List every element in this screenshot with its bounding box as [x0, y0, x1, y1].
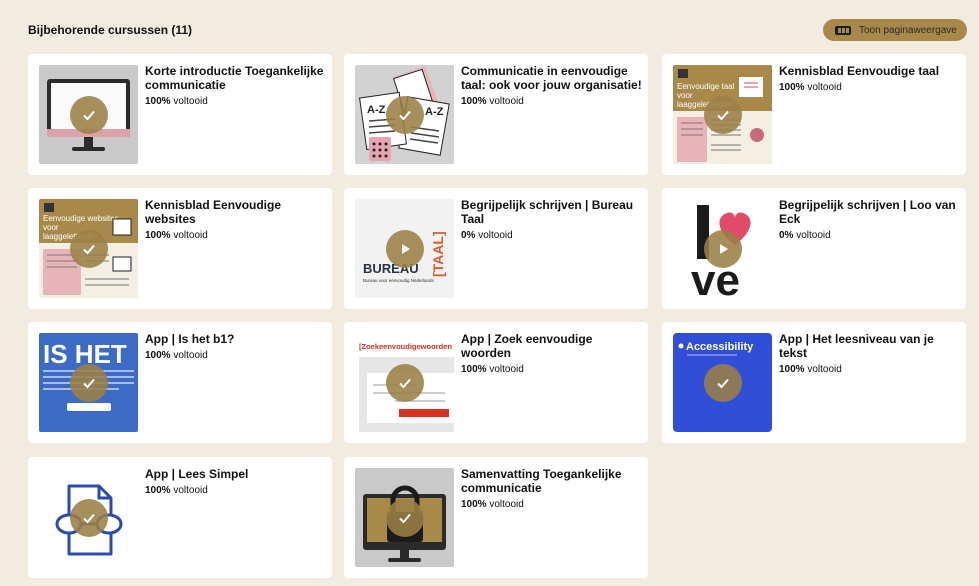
course-title[interactable]: Begrijpelijk schrijven | Bureau Taal 0% … — [461, 198, 643, 243]
completed-check-icon — [386, 364, 424, 402]
course-card[interactable]: A-Z A-Z Communicatie in eenvoudige taal:… — [344, 54, 648, 175]
course-thumbnail-kennisblad-taal: Eenvoudige taal voor laaggeletterden — [673, 65, 772, 164]
svg-text:A-Z: A-Z — [425, 106, 444, 118]
section-title: Bijbehorende cursussen (11) — [28, 23, 193, 37]
course-title[interactable]: Samenvatting Toegankelijke communicatie … — [461, 467, 643, 512]
course-title[interactable]: Communicatie in eenvoudige taal: ook voo… — [461, 64, 643, 109]
course-title[interactable]: App | Is het b1? 100% voltooid — [145, 332, 327, 363]
completed-check-icon — [70, 499, 108, 537]
page-view-toggle-button[interactable]: Toon paginaweergave — [823, 19, 967, 41]
course-card[interactable]: App | Lees Simpel 100% voltooid — [28, 457, 332, 578]
course-thumbnail-love: ve — [673, 199, 772, 298]
course-card[interactable]: BUREAU [TAAL] Bureau voor eenvoudig Nede… — [344, 188, 648, 309]
course-thumbnail-zoek-eenvoudige-woorden: [Zoekeenvoudigewoorden — [355, 333, 454, 432]
completed-check-icon — [386, 499, 424, 537]
course-thumbnail-documents: A-Z A-Z — [355, 65, 454, 164]
course-progress: 100% voltooid — [461, 499, 524, 510]
course-progress: 100% voltooid — [145, 96, 208, 107]
completed-check-icon — [70, 96, 108, 134]
course-card[interactable]: Eenvoudige websites voor laaggeletterden… — [28, 188, 332, 309]
course-card[interactable]: Accessibility App | Het leesniveau van j… — [662, 322, 966, 443]
course-progress: 0% voltooid — [779, 230, 831, 241]
course-thumbnail-bureau-taal: BUREAU [TAAL] Bureau voor eenvoudig Nede… — [355, 199, 454, 298]
course-card[interactable]: Eenvoudige taal voor laaggeletterden Ken… — [662, 54, 966, 175]
svg-text:Bureau voor eenvoudig Nederlan: Bureau voor eenvoudig Nederlands — [363, 278, 435, 283]
course-progress: 100% voltooid — [461, 364, 524, 375]
svg-text:voor: voor — [43, 223, 59, 232]
course-title[interactable]: App | Lees Simpel 100% voltooid — [145, 467, 327, 498]
course-card[interactable]: [Zoekeenvoudigewoorden App | Zoek eenvou… — [344, 322, 648, 443]
course-progress: 100% voltooid — [145, 485, 208, 496]
completed-check-icon — [704, 364, 742, 402]
course-progress: 100% voltooid — [461, 96, 524, 107]
course-progress: 100% voltooid — [779, 364, 842, 375]
course-progress: 0% voltooid — [461, 230, 513, 241]
course-title[interactable]: Korte introductie Toegankelijke communic… — [145, 64, 327, 109]
play-video-icon[interactable] — [704, 230, 742, 268]
course-progress: 100% voltooid — [145, 350, 208, 361]
course-thumbnail-lees-simpel — [39, 468, 138, 567]
toggle-label: Toon paginaweergave — [859, 24, 957, 36]
play-video-icon[interactable] — [386, 230, 424, 268]
course-thumbnail-kennisblad-websites: Eenvoudige websites voor laaggeletterden — [39, 199, 138, 298]
course-card[interactable]: ve Begrijpelijk schrijven | Loo van Eck … — [662, 188, 966, 309]
course-title[interactable]: Kennisblad Eenvoudige websites 100% volt… — [145, 198, 327, 243]
course-title[interactable]: Begrijpelijk schrijven | Loo van Eck 0% … — [779, 198, 961, 243]
course-title[interactable]: App | Zoek eenvoudige woorden 100% volto… — [461, 332, 643, 377]
course-thumbnail-accessibility: Accessibility — [673, 333, 772, 432]
course-title[interactable]: App | Het leesniveau van je tekst 100% v… — [779, 332, 961, 377]
completed-check-icon — [704, 96, 742, 134]
svg-text:voor: voor — [677, 91, 693, 100]
completed-check-icon — [70, 364, 108, 402]
course-progress: 100% voltooid — [145, 230, 208, 241]
course-thumbnail-is-het-b1: IS HET — [39, 333, 138, 432]
completed-check-icon — [386, 96, 424, 134]
course-card[interactable]: IS HET App | Is het b1? 100% voltooid — [28, 322, 332, 443]
completed-check-icon — [70, 230, 108, 268]
course-progress: 100% voltooid — [779, 82, 842, 93]
svg-text:[TAAL]: [TAAL] — [430, 231, 446, 277]
section-header: Bijbehorende cursussen (11) Toon paginaw… — [0, 0, 979, 46]
svg-text:A-Z: A-Z — [367, 104, 386, 116]
svg-text:Eenvoudige websites: Eenvoudige websites — [43, 214, 119, 223]
toggle-view-icon — [835, 25, 851, 35]
course-card[interactable]: Samenvatting Toegankelijke communicatie … — [344, 457, 648, 578]
course-thumbnail-padlock-monitor — [355, 468, 454, 567]
course-thumbnail-monitor — [39, 65, 138, 164]
svg-text:Accessibility: Accessibility — [686, 341, 754, 353]
course-title[interactable]: Kennisblad Eenvoudige taal 100% voltooid — [779, 64, 961, 95]
course-card[interactable]: Korte introductie Toegankelijke communic… — [28, 54, 332, 175]
svg-text:[Zoekeenvoudigewoorden: [Zoekeenvoudigewoorden — [359, 342, 452, 351]
thumb-heading: Eenvoudige taal — [677, 82, 735, 91]
